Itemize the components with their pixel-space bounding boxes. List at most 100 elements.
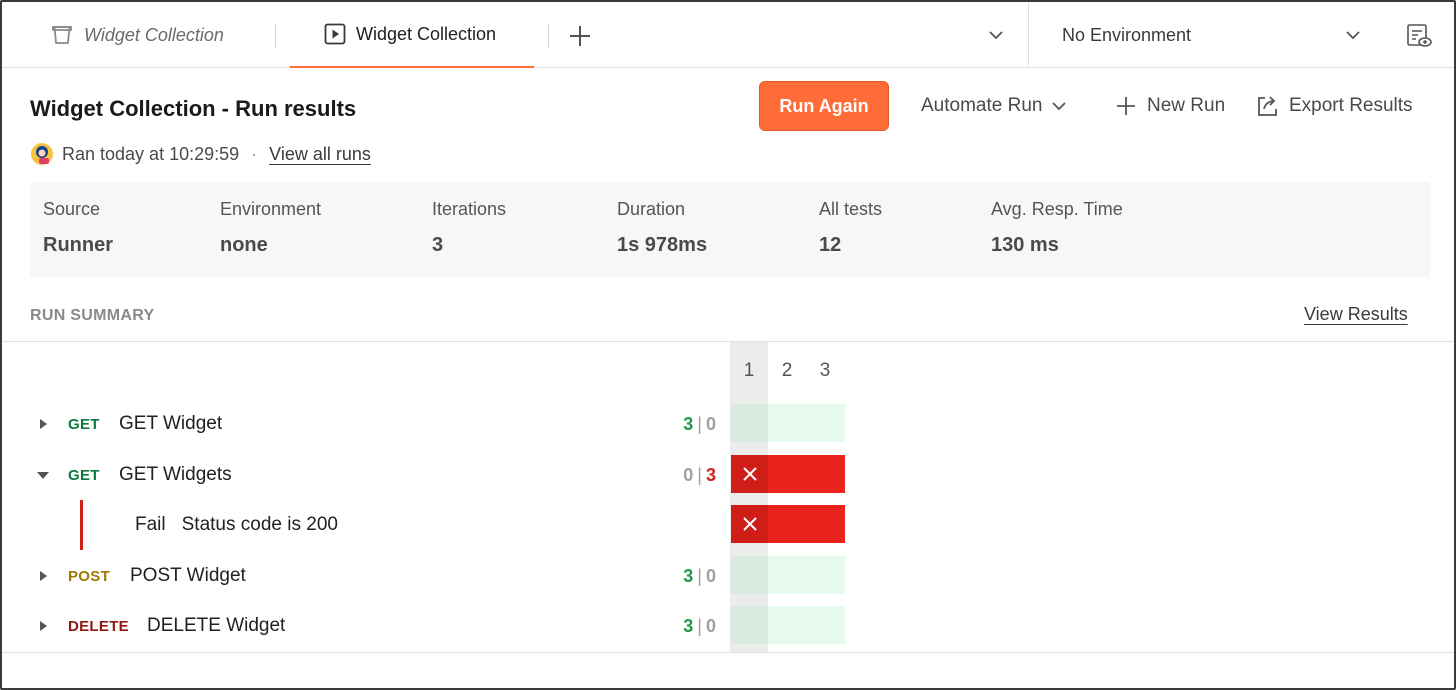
iteration-cell-pass[interactable] (768, 556, 845, 594)
tab-separator (275, 24, 276, 48)
divider (2, 652, 1454, 653)
fail-indicator-bar (80, 500, 83, 550)
iteration-cell-fail[interactable] (768, 505, 845, 543)
failed-count: 0 (705, 565, 716, 586)
stat-label: Duration (617, 199, 686, 219)
method-badge: POST (68, 567, 111, 585)
iteration-cell-pass[interactable] (731, 404, 768, 442)
iteration-cell-fail[interactable] (768, 455, 845, 493)
iteration-cell-pass[interactable] (731, 556, 768, 594)
tab-label: Widget Collection (356, 23, 497, 44)
page-title: Widget Collection - Run results (30, 96, 357, 121)
collection-icon (50, 24, 74, 46)
request-name: GET Widget (119, 413, 223, 434)
app-window: Widget Collection Widget Collection No E… (0, 0, 1456, 690)
caret-right-icon[interactable] (36, 416, 50, 432)
failed-count: 0 (705, 615, 716, 636)
automate-run-label: Automate Run (921, 95, 1043, 116)
stat-value: 12 (819, 234, 842, 256)
stat-label: Iterations (432, 199, 507, 219)
iteration-header-2[interactable]: 2 (768, 360, 806, 382)
close-x-icon (742, 517, 757, 531)
export-results-label: Export Results (1289, 95, 1413, 116)
request-row-get-widgets[interactable]: GET GET Widgets 0 | 3 (2, 455, 1454, 495)
tab-collection-preview[interactable]: Widget Collection (50, 2, 224, 68)
tab-label: Widget Collection (84, 24, 224, 45)
caret-down-icon[interactable] (36, 467, 50, 483)
ran-timestamp: Ran today at 10:29:59 (62, 143, 240, 164)
passed-count: 3 (683, 565, 694, 586)
request-name: POST Widget (130, 565, 246, 586)
request-row-get-widget[interactable]: GET GET Widget 3 | 0 (2, 404, 1454, 444)
environment-quick-look-icon[interactable] (1405, 22, 1433, 50)
pass-fail-counts: 3 | 0 (683, 413, 716, 434)
iteration-cell-pass[interactable] (768, 606, 845, 644)
stat-avg-response-time: Avg. Resp. Time 130 ms (991, 199, 1123, 257)
iteration-header-1[interactable]: 1 (730, 360, 768, 382)
export-results-button[interactable]: Export Results (1255, 92, 1413, 120)
run-stats-panel: Source Runner Environment none Iteration… (30, 182, 1430, 277)
passed-count: 3 (683, 615, 694, 636)
plus-icon (1115, 95, 1137, 117)
iteration-cell-pass[interactable] (731, 606, 768, 644)
new-run-label: New Run (1147, 95, 1226, 116)
stat-environment: Environment none (220, 199, 321, 257)
view-all-runs-link[interactable]: View all runs (269, 144, 371, 165)
stat-duration: Duration 1s 978ms (617, 199, 707, 257)
test-name: Status code is 200 (181, 514, 338, 535)
tab-bar: Widget Collection Widget Collection No E… (2, 2, 1454, 68)
stat-label: Source (43, 199, 101, 219)
method-badge: GET (68, 466, 100, 484)
caret-right-icon[interactable] (36, 618, 50, 634)
request-row-delete-widget[interactable]: DELETE DELETE Widget 3 | 0 (2, 606, 1454, 646)
stat-label: Avg. Resp. Time (991, 199, 1123, 219)
request-name: DELETE Widget (147, 615, 286, 636)
export-icon (1255, 94, 1279, 118)
request-name: GET Widgets (119, 464, 232, 485)
stat-source: Source Runner (43, 199, 113, 257)
caret-right-icon[interactable] (36, 568, 50, 584)
iteration-cell-fail[interactable] (731, 505, 768, 543)
passed-count: 0 (683, 464, 694, 485)
chevron-down-icon (1051, 100, 1067, 112)
tab-runner-results[interactable]: Widget Collection (290, 2, 534, 68)
runner-play-icon (324, 23, 346, 45)
iteration-cell-pass[interactable] (768, 404, 845, 442)
passed-count: 3 (683, 413, 694, 434)
stat-iterations: Iterations 3 (432, 199, 506, 257)
tab-separator (548, 24, 549, 48)
request-row-post-widget[interactable]: POST POST Widget 3 | 0 (2, 556, 1454, 596)
run-summary-heading: RUN SUMMARY (30, 307, 155, 324)
environment-chevron-down-icon[interactable] (1344, 28, 1362, 42)
view-results-link[interactable]: View Results (1304, 304, 1408, 325)
stat-label: Environment (220, 199, 322, 219)
run-meta: Ran today at 10:29:59 · View all runs (30, 140, 371, 168)
meta-separator: · (251, 143, 258, 164)
close-x-icon (742, 467, 757, 481)
new-tab-plus-icon[interactable] (568, 24, 592, 48)
stat-value: 1s 978ms (617, 234, 708, 256)
environment-selector[interactable]: No Environment (1062, 2, 1191, 68)
iteration-header-3[interactable]: 3 (806, 360, 844, 382)
new-run-button[interactable]: New Run (1115, 92, 1225, 120)
test-status: Fail (135, 514, 166, 535)
failed-count: 3 (705, 464, 716, 485)
pass-fail-counts: 0 | 3 (683, 464, 716, 485)
stat-label: All tests (819, 199, 883, 219)
tabs-chevron-down-icon[interactable] (987, 28, 1005, 42)
method-badge: DELETE (68, 617, 129, 635)
stat-value: 3 (432, 234, 444, 256)
environment-divider (1028, 2, 1029, 68)
avatar (30, 142, 54, 166)
automate-run-button[interactable]: Automate Run (921, 92, 1067, 120)
pass-fail-counts: 3 | 0 (683, 615, 716, 636)
run-again-button[interactable]: Run Again (759, 81, 889, 131)
divider (2, 341, 1454, 342)
method-badge: GET (68, 415, 100, 433)
pass-fail-counts: 3 | 0 (683, 565, 716, 586)
stat-value: none (220, 234, 268, 256)
test-result: Fail Status code is 200 (135, 505, 338, 545)
stat-value: 130 ms (991, 234, 1059, 256)
test-row-status-code[interactable]: Fail Status code is 200 (2, 500, 1454, 550)
iteration-cell-fail[interactable] (731, 455, 768, 493)
